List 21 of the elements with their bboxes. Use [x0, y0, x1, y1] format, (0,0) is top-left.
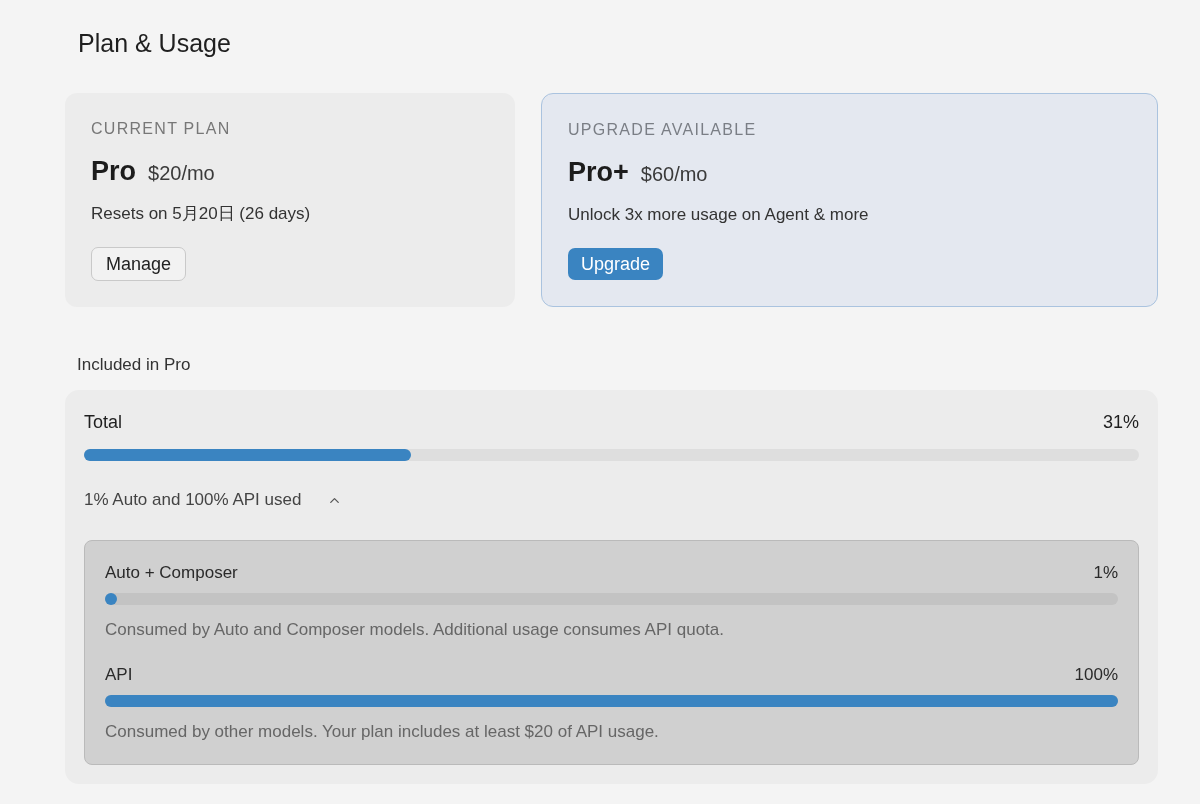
page-title: Plan & Usage — [78, 28, 231, 58]
plan-price: $60/mo — [640, 162, 708, 187]
usage-label: API — [105, 664, 133, 686]
plan-description: Unlock 3x more usage on Agent & more — [568, 204, 869, 226]
usage-label: Auto + Composer — [105, 562, 238, 584]
usage-summary-toggle[interactable]: 1% Auto and 100% API used — [84, 489, 343, 511]
plan-price: $20/mo — [148, 161, 215, 186]
usage-percent: 1% — [1093, 562, 1118, 584]
usage-percent: 100% — [1074, 664, 1118, 686]
manage-button[interactable]: Manage — [91, 247, 187, 281]
upgrade-button[interactable]: Upgrade — [568, 248, 664, 280]
section-heading: Included in Pro — [77, 355, 191, 374]
plan-name: Pro — [91, 155, 136, 187]
plan-name: Pro+ — [568, 156, 629, 188]
usage-percent: 31% — [1102, 411, 1139, 434]
usage-label: Total — [84, 411, 123, 434]
usage-description: Consumed by other models. Your plan includes at least $20 of API usage. — [105, 721, 660, 743]
plan-label: UPGRADE AVAILABLE — [568, 120, 757, 140]
usage-description: Consumed by Auto and Composer models. Additional usage consumes API quota. — [105, 619, 725, 641]
plan-description: Resets on 5月20日 (26 days) — [91, 203, 311, 225]
plan-label: CURRENT PLAN — [91, 119, 231, 139]
